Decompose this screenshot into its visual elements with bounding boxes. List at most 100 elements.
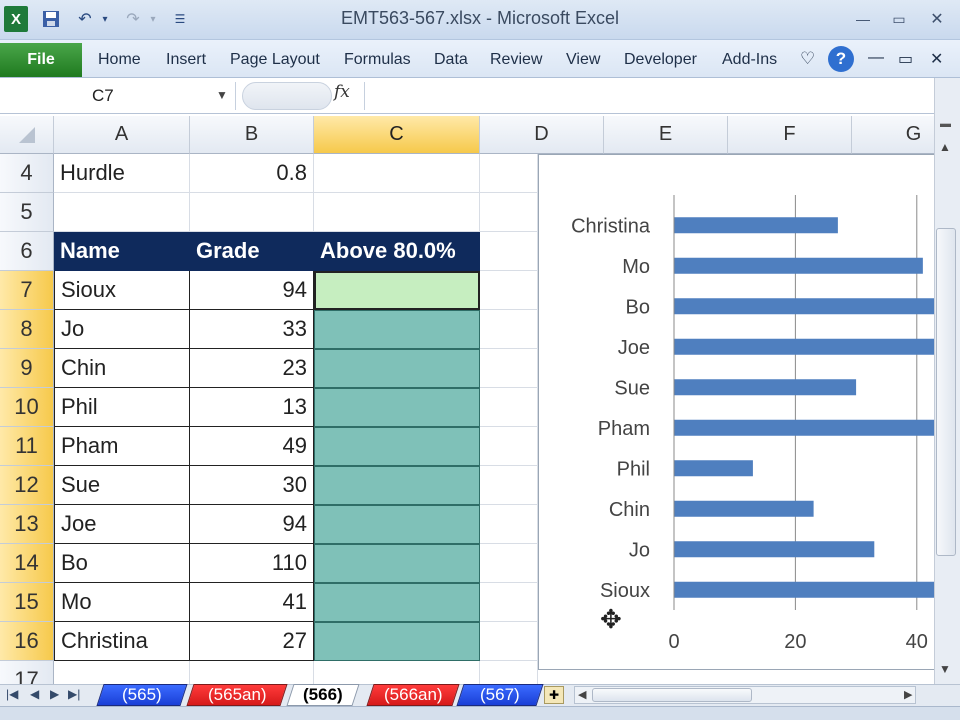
cell-d15[interactable]	[480, 583, 538, 622]
sheet-tab-4[interactable]: (567)	[456, 684, 544, 706]
row-header-9[interactable]: 9	[0, 349, 54, 388]
bar-sue[interactable]	[674, 379, 857, 396]
bar-pham[interactable]	[674, 419, 935, 436]
row-header-7[interactable]: 7	[0, 271, 54, 310]
scroll-right-icon[interactable]: ▶	[904, 688, 912, 701]
cell-d17[interactable]	[480, 661, 538, 686]
bar-chin[interactable]	[674, 500, 814, 517]
minimize-icon[interactable]: —	[852, 10, 874, 28]
row-header-17[interactable]: 17	[0, 661, 54, 686]
row-header-13[interactable]: 13	[0, 505, 54, 544]
column-header-b[interactable]: B	[190, 116, 314, 154]
cell-d8[interactable]	[480, 310, 538, 349]
cell-b15[interactable]: 41	[190, 583, 314, 622]
tab-page-layout[interactable]: Page Layout	[230, 51, 320, 69]
cell-c6[interactable]: Above 80.0%	[314, 232, 480, 271]
ribbon-close-icon[interactable]: ✕	[930, 49, 943, 69]
cell-a8[interactable]: Jo	[54, 310, 190, 349]
column-header-c[interactable]: C	[314, 116, 480, 154]
cell-d12[interactable]	[480, 466, 538, 505]
cell-d13[interactable]	[480, 505, 538, 544]
first-sheet-icon[interactable]: |◀	[6, 687, 18, 701]
row-header-12[interactable]: 12	[0, 466, 54, 505]
bar-joe[interactable]	[674, 338, 935, 355]
cell-d16[interactable]	[480, 622, 538, 661]
tab-developer[interactable]: Developer	[624, 51, 697, 69]
file-tab[interactable]: File	[0, 43, 82, 77]
scroll-left-icon[interactable]: ◀	[578, 688, 586, 701]
row-header-15[interactable]: 15	[0, 583, 54, 622]
formula-input[interactable]	[364, 82, 930, 110]
cell-c4[interactable]	[314, 154, 480, 193]
ribbon-minimize-icon[interactable]: —	[868, 49, 884, 67]
cell-b14[interactable]: 110	[190, 544, 314, 583]
cell-a6[interactable]: Name	[54, 232, 190, 271]
cell-d5[interactable]	[480, 193, 538, 232]
row-header-6[interactable]: 6	[0, 232, 54, 271]
cell-c7[interactable]	[314, 271, 480, 310]
row-header-16[interactable]: 16	[0, 622, 54, 661]
select-all-button[interactable]	[0, 116, 54, 154]
cell-d10[interactable]	[480, 388, 538, 427]
bar-christina[interactable]	[674, 217, 838, 234]
sheet-tab-2[interactable]: (566)	[286, 684, 360, 706]
bar-chart[interactable]: 0 20 40 Christina Mo Bo Joe Sue Pham Phil Chin Jo Si…	[538, 154, 938, 670]
row-header-10[interactable]: 10	[0, 388, 54, 427]
cell-c15[interactable]	[314, 583, 480, 622]
cell-a14[interactable]: Bo	[54, 544, 190, 583]
name-box-dropdown-icon[interactable]: ▼	[216, 88, 228, 102]
vertical-scroll-thumb[interactable]	[936, 228, 956, 556]
row-header-5[interactable]: 5	[0, 193, 54, 232]
tab-insert[interactable]: Insert	[166, 51, 206, 69]
cell-a5[interactable]	[54, 193, 190, 232]
column-header-e[interactable]: E	[604, 116, 728, 154]
row-header-4[interactable]: 4	[0, 154, 54, 193]
sheet-tab-1[interactable]: (565an)	[186, 684, 288, 706]
heart-icon[interactable]: ♡	[800, 49, 815, 69]
cell-d6[interactable]	[480, 232, 538, 271]
cell-a17[interactable]	[54, 661, 190, 686]
cell-b13[interactable]: 94	[190, 505, 314, 544]
sheet-tab-0[interactable]: (565)	[96, 684, 188, 706]
cell-c8[interactable]	[314, 310, 480, 349]
scroll-down-icon[interactable]: ▼	[939, 662, 951, 676]
cell-d14[interactable]	[480, 544, 538, 583]
cell-b9[interactable]: 23	[190, 349, 314, 388]
prev-sheet-icon[interactable]: ◀	[30, 687, 39, 701]
cell-b6[interactable]: Grade	[190, 232, 314, 271]
cell-a9[interactable]: Chin	[54, 349, 190, 388]
tab-review[interactable]: Review	[490, 51, 542, 69]
cell-c5[interactable]	[314, 193, 480, 232]
insert-function-button[interactable]: fx	[334, 82, 350, 102]
tab-add-ins[interactable]: Add-Ins	[722, 51, 777, 69]
cell-c11[interactable]	[314, 427, 480, 466]
cell-b16[interactable]: 27	[190, 622, 314, 661]
insert-worksheet-icon[interactable]: ✚	[544, 686, 564, 704]
restore-icon[interactable]: ▭	[888, 10, 910, 28]
row-header-14[interactable]: 14	[0, 544, 54, 583]
cell-c9[interactable]	[314, 349, 480, 388]
cell-c17[interactable]	[314, 661, 480, 686]
cell-b4[interactable]: 0.8	[190, 154, 314, 193]
split-box-icon[interactable]: ▬	[940, 118, 951, 130]
bar-phil[interactable]	[674, 460, 753, 477]
tab-view[interactable]: View	[566, 51, 600, 69]
tab-home[interactable]: Home	[98, 51, 141, 69]
cell-d4[interactable]	[480, 154, 538, 193]
cell-a16[interactable]: Christina	[54, 622, 190, 661]
cell-a13[interactable]: Joe	[54, 505, 190, 544]
bar-sioux[interactable]	[674, 581, 935, 598]
cell-c16[interactable]	[314, 622, 480, 661]
column-header-a[interactable]: A	[54, 116, 190, 154]
column-header-d[interactable]: D	[480, 116, 604, 154]
column-header-g[interactable]: G	[852, 116, 934, 154]
cell-a7[interactable]: Sioux	[54, 271, 190, 310]
name-box[interactable]: C7 ▼	[0, 82, 236, 110]
cell-b7[interactable]: 94	[190, 271, 314, 310]
tab-formulas[interactable]: Formulas	[344, 51, 411, 69]
last-sheet-icon[interactable]: ▶|	[68, 687, 80, 701]
bar-mo[interactable]	[674, 257, 923, 274]
next-sheet-icon[interactable]: ▶	[50, 687, 59, 701]
scroll-up-icon[interactable]: ▲	[939, 140, 951, 154]
cell-d7[interactable]	[480, 271, 538, 310]
